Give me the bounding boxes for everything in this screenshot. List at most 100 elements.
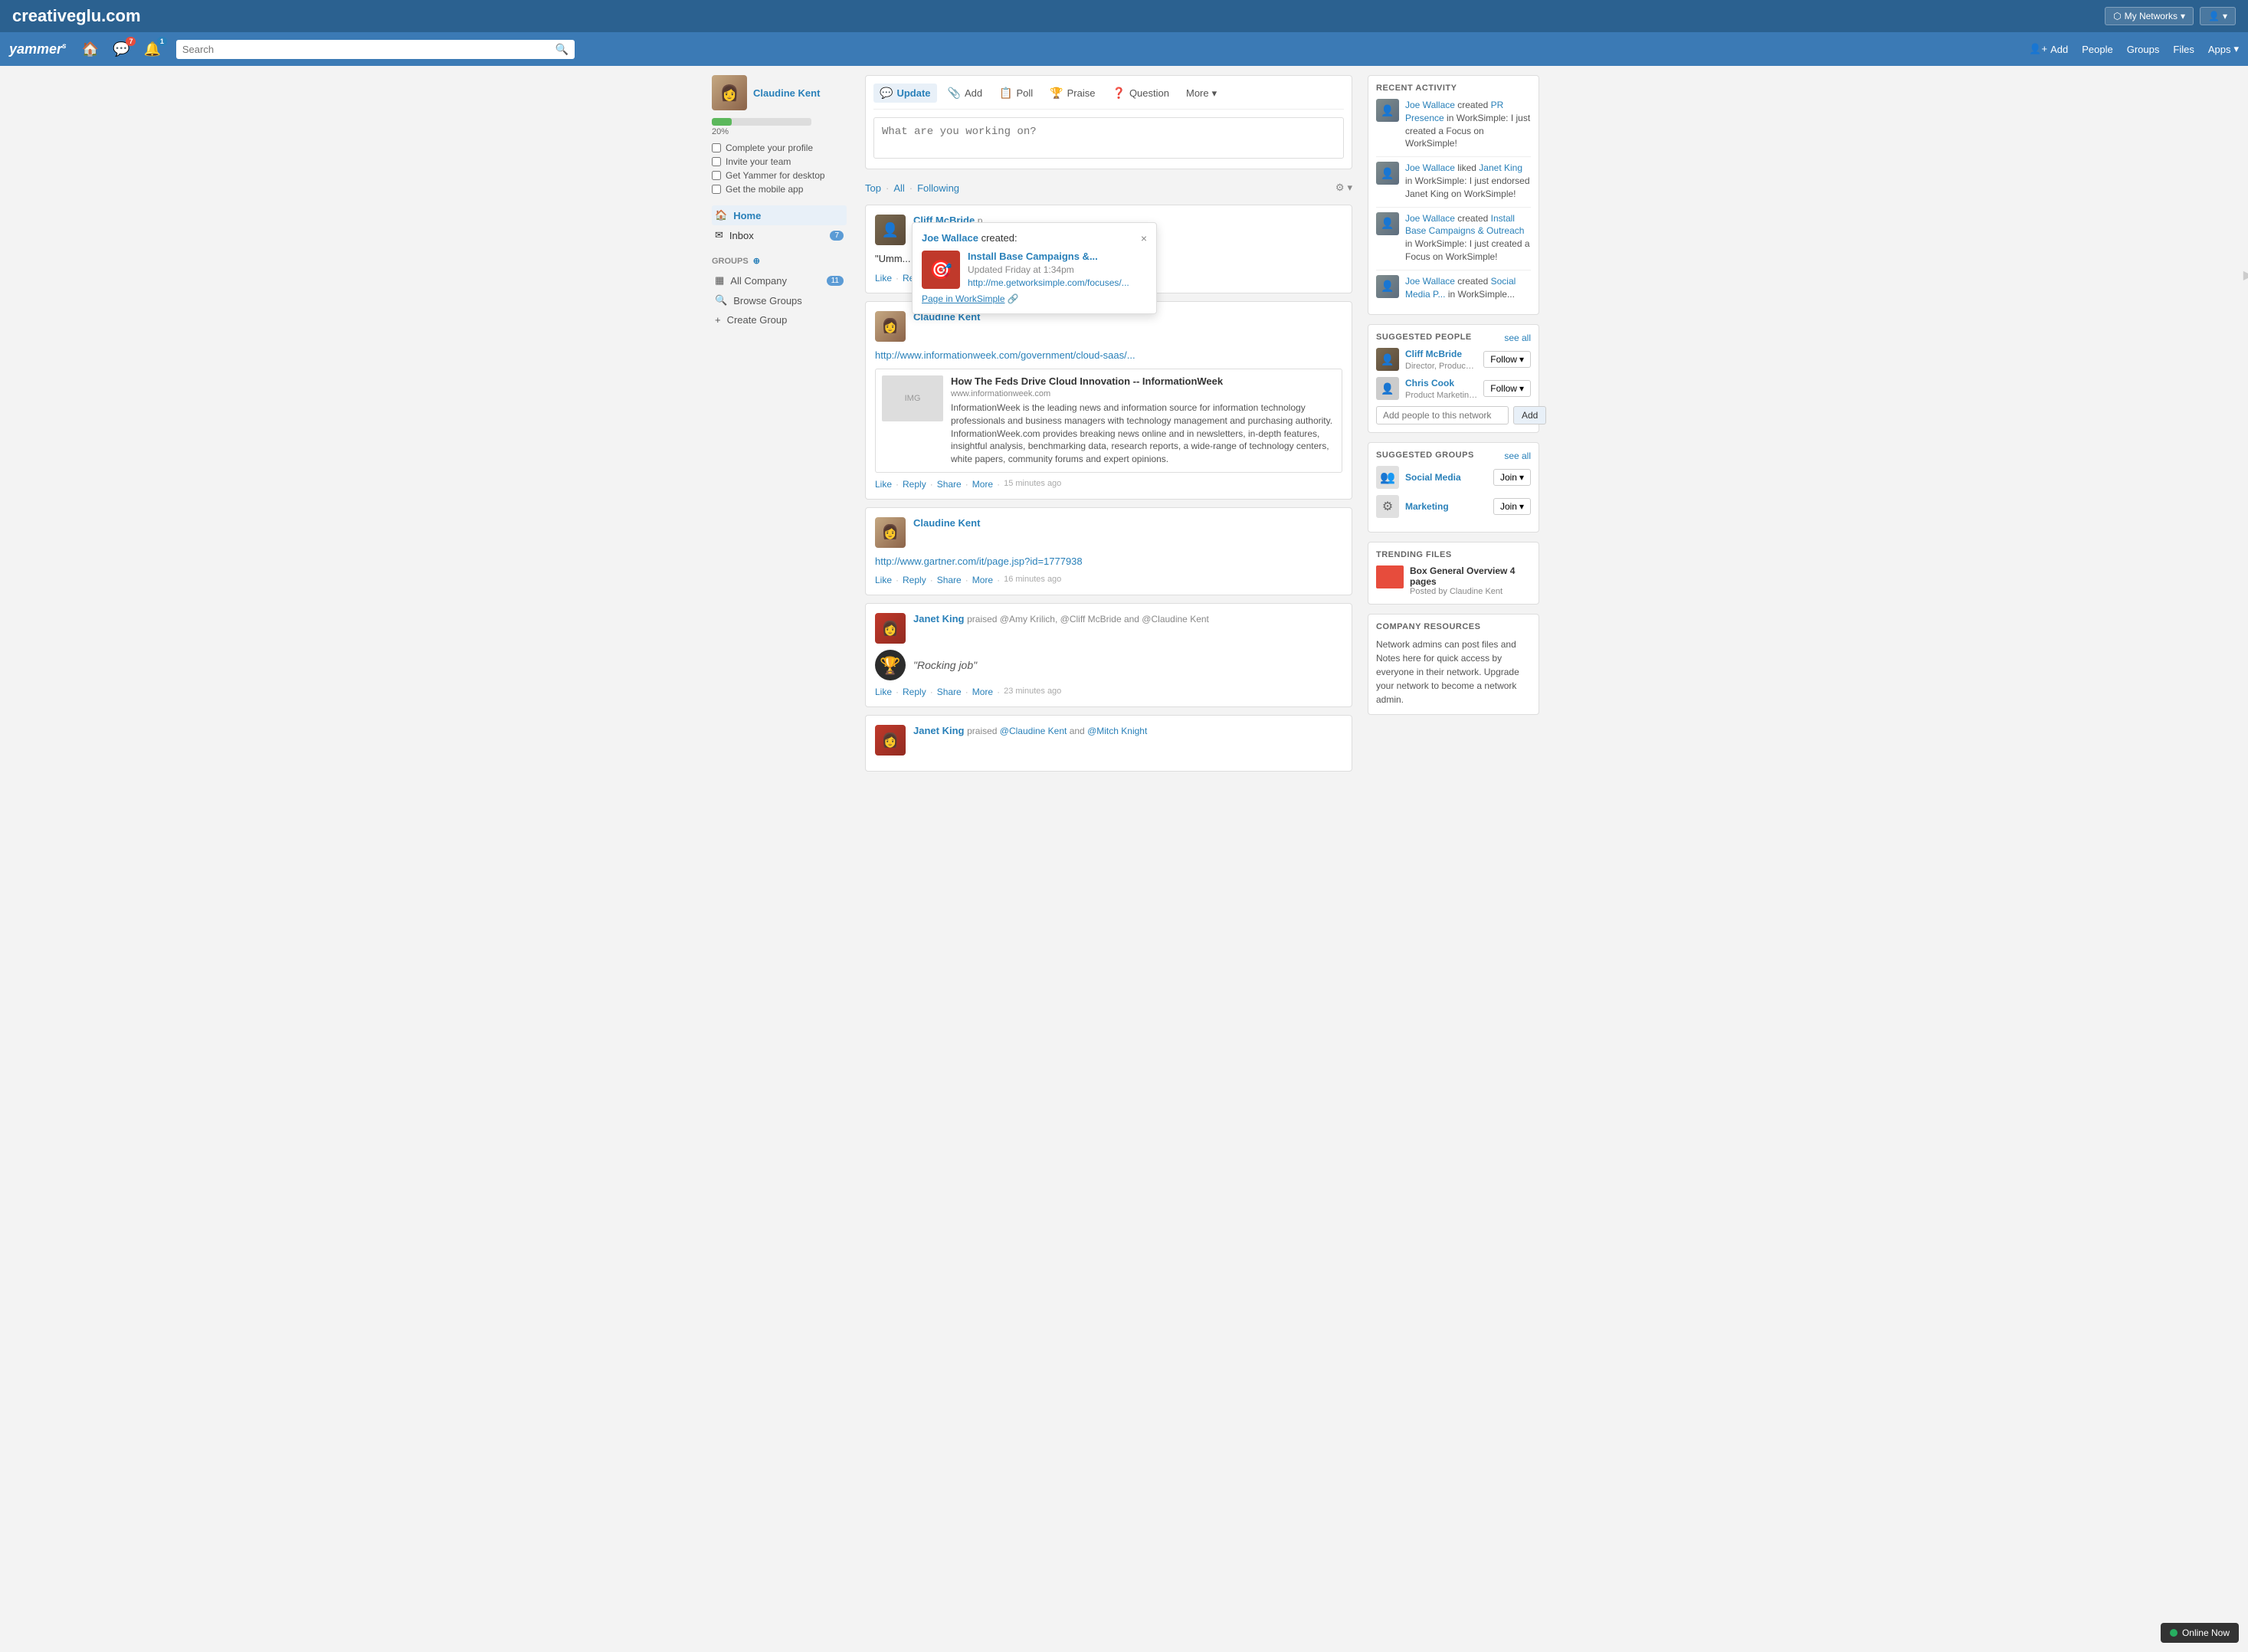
- poll-icon: 📋: [999, 87, 1012, 100]
- add-group-icon[interactable]: ⊕: [753, 256, 760, 266]
- search-input[interactable]: [182, 44, 555, 55]
- apps-nav-link[interactable]: Apps ▾: [2208, 43, 2239, 55]
- activity-author-link[interactable]: Joe Wallace: [1405, 276, 1455, 287]
- people-nav-link[interactable]: People: [2082, 44, 2112, 55]
- follow-button[interactable]: Follow ▾: [1483, 351, 1531, 368]
- more-action[interactable]: More: [972, 479, 993, 490]
- popup-title: Joe Wallace created:: [922, 232, 1017, 244]
- post-timestamp: 16 minutes ago: [1004, 575, 1061, 585]
- feed-post: 👩 Claudine Kent http://www.gartner.com/i…: [865, 507, 1352, 596]
- filter-top[interactable]: Top: [865, 182, 881, 194]
- group-name[interactable]: Marketing: [1405, 501, 1487, 512]
- popup-link-title[interactable]: Install Base Campaigns &...: [968, 251, 1129, 262]
- filter-following[interactable]: Following: [917, 182, 959, 194]
- compose-tab-question[interactable]: ❓ Question: [1106, 84, 1175, 103]
- activity-author-link[interactable]: Joe Wallace: [1405, 100, 1455, 110]
- activity-author-link[interactable]: Joe Wallace: [1405, 213, 1455, 224]
- feed-settings-button[interactable]: ⚙ ▾: [1335, 182, 1352, 194]
- popup-icon: 🎯: [922, 251, 960, 289]
- chevron-down-icon: ▾: [1519, 383, 1524, 394]
- compose-tab-poll[interactable]: 📋 Poll: [993, 84, 1039, 103]
- activity-subject-link[interactable]: Janet King: [1479, 162, 1522, 173]
- reply-action[interactable]: Reply: [903, 687, 926, 697]
- reply-action[interactable]: Reply: [903, 575, 926, 585]
- see-all-people-link[interactable]: see all: [1504, 333, 1531, 343]
- post-author[interactable]: Janet King: [913, 613, 964, 624]
- groups-nav-link[interactable]: Groups: [2127, 44, 2160, 55]
- share-action[interactable]: Share: [937, 687, 962, 697]
- sidebar-group-all-company[interactable]: ▦ All Company 11: [712, 270, 847, 290]
- follow-button[interactable]: Follow ▾: [1483, 380, 1531, 397]
- post-author[interactable]: Janet King: [913, 725, 964, 736]
- user-menu-button[interactable]: 👤 ▾: [2200, 7, 2236, 25]
- popup-url[interactable]: http://me.getworksimple.com/focuses/...: [968, 277, 1129, 288]
- my-networks-button[interactable]: ⬡ My Networks ▾: [2105, 7, 2194, 25]
- popup-close-button[interactable]: ×: [1141, 232, 1147, 244]
- add-people-input[interactable]: [1376, 406, 1509, 424]
- compose-tab-add[interactable]: 📎 Add: [942, 84, 989, 103]
- sidebar-user-name[interactable]: Claudine Kent: [753, 87, 820, 99]
- feed-post: 👩 Janet King praised @Claudine Kent and …: [865, 715, 1352, 772]
- trending-files-widget: TRENDING FILES Box General Overview 4 pa…: [1368, 542, 1539, 605]
- compose-tab-update[interactable]: 💬 Update: [873, 84, 937, 103]
- checklist-checkbox[interactable]: [712, 157, 721, 166]
- top-bar: creativeglu.com ⬡ My Networks ▾ 👤 ▾: [0, 0, 2248, 32]
- like-action[interactable]: Like: [875, 479, 892, 490]
- link-title[interactable]: How The Feds Drive Cloud Innovation -- I…: [951, 375, 1335, 387]
- progress-label: 20%: [712, 127, 847, 136]
- avatar: 👤: [1376, 348, 1399, 371]
- mention-link[interactable]: @Claudine Kent: [1000, 726, 1067, 736]
- more-action[interactable]: More: [972, 687, 993, 697]
- post-header: 👩 Claudine Kent: [875, 311, 1342, 342]
- post-author[interactable]: Claudine Kent: [913, 517, 980, 529]
- group-name[interactable]: Social Media: [1405, 472, 1487, 483]
- suggested-name[interactable]: Chris Cook: [1405, 378, 1477, 388]
- post-link[interactable]: http://www.informationweek.com/governmen…: [875, 349, 1135, 361]
- notifications-nav-button[interactable]: 🔔 1: [140, 38, 163, 61]
- post-content: http://www.informationweek.com/governmen…: [875, 348, 1342, 363]
- suggested-role: Product Marketin…: [1405, 391, 1477, 400]
- create-group-icon: +: [715, 314, 721, 326]
- update-icon: 💬: [880, 87, 893, 100]
- messages-nav-button[interactable]: 💬 7: [110, 38, 133, 61]
- filter-all[interactable]: All: [893, 182, 904, 194]
- see-all-groups-link[interactable]: see all: [1504, 451, 1531, 461]
- join-group-button[interactable]: Join ▾: [1493, 498, 1531, 515]
- mention-link[interactable]: @Mitch Knight: [1087, 726, 1147, 736]
- avatar: 👤: [1376, 275, 1399, 298]
- compose-more-button[interactable]: More ▾: [1180, 84, 1223, 103]
- like-action[interactable]: Like: [875, 575, 892, 585]
- add-people-button[interactable]: Add: [1513, 406, 1546, 424]
- sidebar-create-group[interactable]: + Create Group: [712, 310, 847, 329]
- share-action[interactable]: Share: [937, 575, 962, 585]
- online-now-badge[interactable]: Online Now: [2161, 1623, 2239, 1643]
- like-action[interactable]: Like: [875, 273, 892, 284]
- compose-tab-praise[interactable]: 🏆 Praise: [1044, 84, 1101, 103]
- more-action[interactable]: More: [972, 575, 993, 585]
- checklist-checkbox[interactable]: [712, 171, 721, 180]
- sidebar-item-inbox[interactable]: ✉ Inbox 7: [712, 225, 847, 245]
- post-actions: Like · Reply · Share · More · 15 minutes…: [875, 479, 1342, 490]
- suggested-name[interactable]: Cliff McBride: [1405, 349, 1477, 359]
- suggested-people-widget: see all SUGGESTED PEOPLE 👤 Cliff McBride…: [1368, 324, 1539, 433]
- checklist-checkbox[interactable]: [712, 185, 721, 194]
- post-popup: Joe Wallace created: × 🎯 Install Base Ca…: [912, 222, 1157, 314]
- files-nav-link[interactable]: Files: [2173, 44, 2194, 55]
- sidebar-item-home[interactable]: 🏠 Home: [712, 205, 847, 225]
- popup-page-link[interactable]: Page in WorkSimple: [922, 293, 1005, 304]
- activity-author-link[interactable]: Joe Wallace: [1405, 162, 1455, 173]
- home-nav-button[interactable]: 🏠: [79, 38, 102, 61]
- sidebar-browse-groups[interactable]: 🔍 Browse Groups: [712, 290, 847, 310]
- main-layout: 👩 Claudine Kent 20% Complete your profil…: [703, 66, 1545, 788]
- file-name[interactable]: Box General Overview 4 pages: [1410, 565, 1531, 587]
- add-nav-button[interactable]: 👤+ Add: [2029, 43, 2068, 55]
- join-group-button[interactable]: Join ▾: [1493, 469, 1531, 486]
- post-link[interactable]: http://www.gartner.com/it/page.jsp?id=17…: [875, 556, 1083, 567]
- like-action[interactable]: Like: [875, 687, 892, 697]
- compose-input[interactable]: [873, 117, 1344, 159]
- activity-item: 👤 Joe Wallace created PR Presence in Wor…: [1376, 99, 1531, 150]
- checklist-checkbox[interactable]: [712, 143, 721, 152]
- activity-arrow-icon: ▶: [2243, 267, 2248, 283]
- share-action[interactable]: Share: [937, 479, 962, 490]
- reply-action[interactable]: Reply: [903, 479, 926, 490]
